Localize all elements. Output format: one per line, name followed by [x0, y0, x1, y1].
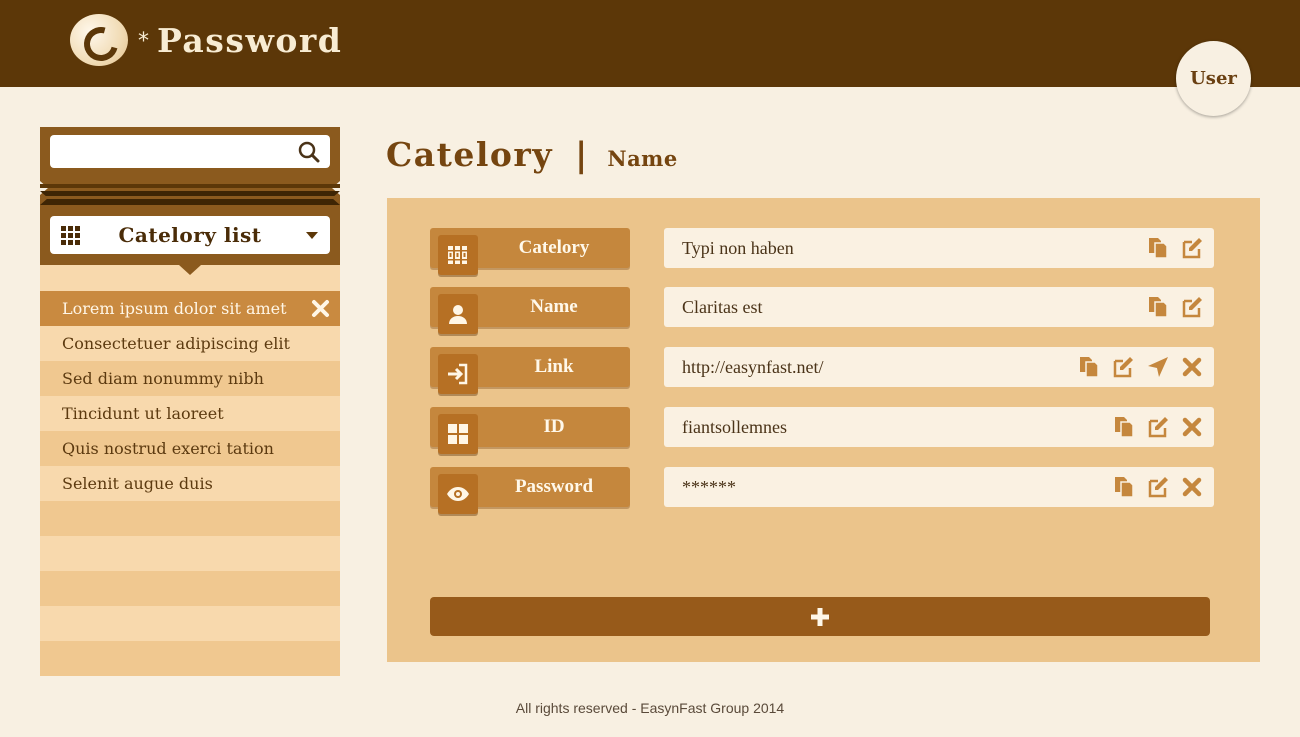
heading-name: Name [607, 146, 678, 171]
books-icon [438, 235, 478, 275]
copy-icon[interactable] [1146, 236, 1170, 260]
list-item-label: Tincidunt ut laoreet [62, 404, 224, 423]
list-item[interactable]: Tincidunt ut laoreet [40, 396, 340, 431]
field-value-box: fiantsollemnes [664, 407, 1214, 447]
copy-icon[interactable] [1112, 475, 1136, 499]
edit-icon[interactable] [1180, 295, 1204, 319]
edit-icon[interactable] [1146, 475, 1170, 499]
list-item[interactable]: Quis nostrud exerci tation [40, 431, 340, 466]
list-item-label: Selenit augue duis [62, 474, 213, 493]
field-label: Password [430, 467, 630, 514]
entry-panel: Catelory Typi non haben Name Claritas es… [387, 198, 1260, 662]
close-icon[interactable] [311, 299, 330, 318]
category-list: Lorem ipsum dolor sit amet Consectetuer … [40, 291, 340, 676]
heading-category: Catelory [386, 135, 553, 174]
copy-icon[interactable] [1077, 355, 1101, 379]
field-label-text: ID [543, 416, 565, 437]
category-dropdown-area: Catelory list [40, 207, 340, 265]
sign-in-icon [438, 354, 478, 394]
edit-icon[interactable] [1111, 355, 1135, 379]
empty-list-row [40, 641, 340, 676]
page-heading: Catelory | Name [386, 135, 678, 175]
search-input[interactable] [50, 135, 330, 168]
delete-icon[interactable] [1180, 355, 1204, 379]
empty-list-row [40, 536, 340, 571]
list-item-label: Sed diam nonummy nibh [62, 369, 264, 388]
top-bar: * Password [0, 0, 1300, 87]
edit-icon[interactable] [1180, 236, 1204, 260]
add-field-button[interactable] [430, 597, 1210, 636]
app-title: Password [157, 20, 343, 60]
list-item[interactable]: Sed diam nonummy nibh [40, 361, 340, 396]
list-item[interactable]: Lorem ipsum dolor sit amet [40, 291, 340, 326]
footer-text: All rights reserved - EasynFast Group 20… [515, 700, 785, 716]
field-value[interactable]: Claritas est [682, 287, 762, 327]
list-item[interactable]: Selenit augue duis [40, 466, 340, 501]
list-item-label: Quis nostrud exerci tation [62, 439, 274, 458]
dropdown-pointer [179, 265, 201, 275]
list-item-label: Lorem ipsum dolor sit amet [62, 299, 287, 318]
field-label: Name [430, 287, 630, 334]
category-dropdown[interactable]: Catelory list [50, 216, 330, 254]
logo-mark-icon [70, 14, 128, 66]
list-item-label: Consectetuer adipiscing elit [62, 334, 290, 353]
field-value-box: Typi non haben [664, 228, 1214, 268]
delete-icon[interactable] [1180, 415, 1204, 439]
dropdown-label: Catelory list [118, 223, 262, 247]
field-value[interactable]: Typi non haben [682, 228, 794, 268]
copy-icon[interactable] [1112, 415, 1136, 439]
field-row-name: Name Claritas est [430, 287, 1220, 335]
grid-icon [438, 414, 478, 454]
field-value-box: ****** [664, 467, 1214, 507]
field-value[interactable]: fiantsollemnes [682, 407, 787, 447]
list-item[interactable]: Consectetuer adipiscing elit [40, 326, 340, 361]
field-row-id: ID fiantsollemnes [430, 407, 1220, 455]
heading-separator: | [575, 135, 588, 175]
edit-icon[interactable] [1146, 415, 1170, 439]
field-label: Link [430, 347, 630, 394]
field-value[interactable]: http://easynfast.net/ [682, 347, 823, 387]
field-label-text: Catelory [518, 237, 590, 258]
field-label-text: Name [530, 296, 578, 317]
field-value-box: Claritas est [664, 287, 1214, 327]
search-icon[interactable] [298, 141, 320, 163]
chevron-down-icon [306, 232, 318, 239]
eye-icon[interactable] [438, 474, 478, 514]
field-row-catelory: Catelory Typi non haben [430, 228, 1220, 276]
field-row-password: Password ****** [430, 467, 1220, 515]
ribbon-divider [40, 179, 340, 207]
field-value-box: http://easynfast.net/ [664, 347, 1214, 387]
copy-icon[interactable] [1146, 295, 1170, 319]
logo-star: * [138, 28, 149, 54]
empty-list-row [40, 606, 340, 641]
field-label-text: Password [514, 476, 594, 497]
app-logo[interactable]: * Password [70, 14, 342, 66]
field-label: ID [430, 407, 630, 454]
navigate-icon[interactable] [1146, 355, 1170, 379]
user-button[interactable]: User [1176, 41, 1251, 116]
plus-icon [811, 607, 829, 626]
field-row-link: Link http://easynfast.net/ [430, 347, 1220, 395]
field-label-text: Link [534, 356, 574, 377]
delete-icon[interactable] [1180, 475, 1204, 499]
empty-list-row [40, 501, 340, 536]
empty-list-row [40, 571, 340, 606]
password-value[interactable]: ****** [682, 467, 736, 507]
user-icon [438, 294, 478, 334]
sidebar-search-area [40, 127, 340, 179]
field-label: Catelory [430, 228, 630, 275]
